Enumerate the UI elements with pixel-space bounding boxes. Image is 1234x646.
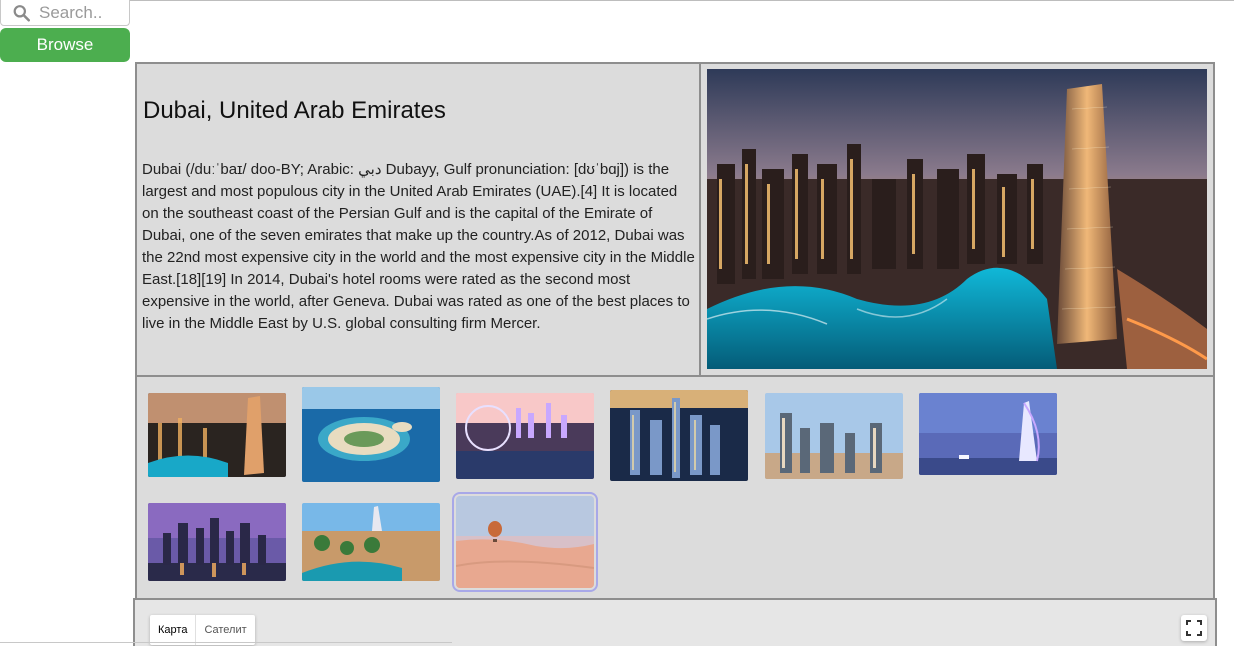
search-box[interactable] <box>0 0 130 26</box>
tab-satellite[interactable]: Сателит <box>196 615 254 645</box>
palm-island-thumbnail[interactable] <box>302 387 440 482</box>
tab-map[interactable]: Карта <box>150 615 197 645</box>
ferris-wheel-island-thumbnail[interactable] <box>456 393 594 479</box>
desert-balloon-thumbnail[interactable] <box>452 492 598 592</box>
bottom-divider <box>0 642 452 643</box>
city-panel: Dubai, United Arab Emirates Dubai (/duːˈ… <box>135 62 1215 602</box>
hero-image-dubai-marina <box>707 69 1207 369</box>
map-type-tabs: Карта Сателит <box>150 615 255 645</box>
burj-al-arab-dusk-thumbnail[interactable] <box>919 393 1057 475</box>
fullscreen-icon <box>1186 620 1202 636</box>
photo-gallery <box>137 375 1213 600</box>
search-input[interactable] <box>39 2 129 23</box>
city-title: Dubai, United Arab Emirates <box>143 97 446 124</box>
city-description: Dubai (/duːˈbaɪ/ doo-BY; Arabic: دبي Dub… <box>142 161 695 332</box>
fullscreen-button[interactable] <box>1181 615 1207 641</box>
madinat-jumeirah-thumbnail[interactable] <box>302 503 440 581</box>
downtown-towers-day-thumbnail[interactable] <box>765 393 903 479</box>
browse-button[interactable]: Browse <box>0 28 130 62</box>
dubai-marina-night-thumbnail[interactable] <box>148 393 286 477</box>
map-container[interactable]: Карта Сателит <box>133 598 1217 646</box>
skyline-aerial-night-thumbnail[interactable] <box>610 390 748 481</box>
city-info: Dubai, United Arab Emirates Dubai (/duːˈ… <box>137 64 701 375</box>
search-icon <box>13 4 30 21</box>
top-divider <box>0 0 1234 1</box>
skyline-purple-dusk-thumbnail[interactable] <box>148 503 286 581</box>
